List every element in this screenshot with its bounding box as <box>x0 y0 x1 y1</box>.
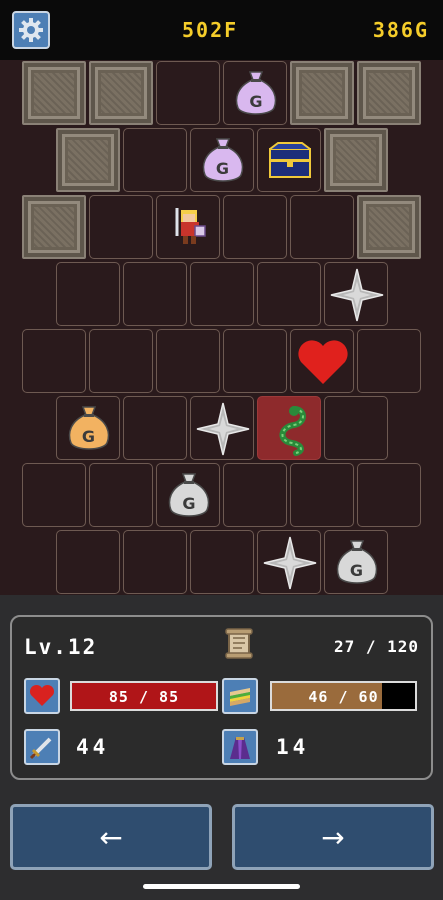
gold-counter: 386G <box>372 18 429 42</box>
attack-value: 44 <box>76 735 110 759</box>
dungeon-board: G G G G G <box>0 60 443 595</box>
gold-bag-letter: G <box>182 494 196 513</box>
hp-text: 85 / 85 <box>108 688 180 706</box>
hero-tile <box>156 195 220 259</box>
move-left-button[interactable]: ← <box>10 804 212 870</box>
gold-bag-letter: G <box>349 561 364 580</box>
sandwich-icon <box>222 678 258 714</box>
food-text: 46 / 60 <box>308 688 379 706</box>
wall-tile <box>22 195 86 259</box>
floor-tile <box>156 61 220 125</box>
floor-tile <box>89 329 153 393</box>
gold-bag-tile: G <box>156 463 220 527</box>
level-label: Lv.12 <box>24 635 98 659</box>
scroll-icon[interactable] <box>222 627 256 665</box>
floor-tile <box>55 262 120 326</box>
gold-bag-letter: G <box>249 92 263 111</box>
spike-trap-tile <box>189 396 254 460</box>
floor-tile <box>22 329 86 393</box>
floor-tile <box>189 530 254 594</box>
home-indicator <box>143 884 300 889</box>
floor-tile <box>323 396 388 460</box>
gold-bag-tile: G <box>55 396 120 460</box>
robe-icon <box>222 729 258 765</box>
hp-bar: 85 / 85 <box>70 681 218 711</box>
gold-bag-tile: G <box>223 61 287 125</box>
floor-tile <box>357 463 421 527</box>
gear-icon <box>19 18 43 42</box>
floor-tile <box>189 262 254 326</box>
wall-tile <box>290 61 354 125</box>
top-bar: 502F 386G <box>0 0 443 60</box>
floor-tile <box>122 262 187 326</box>
floor-tile <box>223 329 287 393</box>
floor-counter: 502F <box>182 18 239 42</box>
floor-tile <box>256 262 321 326</box>
food-bar: 46 / 60 <box>270 681 417 711</box>
floor-tile <box>22 463 86 527</box>
move-right-button[interactable]: → <box>232 804 434 870</box>
floor-tile <box>122 396 187 460</box>
floor-tile <box>122 128 187 192</box>
wall-tile <box>357 61 421 125</box>
floor-tile <box>357 329 421 393</box>
status-panel: Lv.12 27 / 120 85 / 85 46 / 60 44 14 <box>10 615 433 780</box>
wall-tile <box>22 61 86 125</box>
wall-tile <box>323 128 388 192</box>
arrow-left-icon: ← <box>99 821 123 854</box>
settings-button[interactable] <box>12 11 50 49</box>
gold-bag-tile: G <box>189 128 254 192</box>
spike-trap-tile <box>256 530 321 594</box>
wall-tile <box>357 195 421 259</box>
floor-tile <box>290 463 354 527</box>
spike-trap-tile <box>323 262 388 326</box>
snake-enemy-tile <box>256 396 321 460</box>
arrow-right-icon: → <box>321 821 345 854</box>
floor-tile <box>223 195 287 259</box>
floor-tile <box>223 463 287 527</box>
sword-icon <box>24 729 60 765</box>
heart-icon <box>24 678 60 714</box>
floor-tile <box>290 195 354 259</box>
heart-pickup-tile <box>290 329 354 393</box>
floor-tile <box>55 530 120 594</box>
floor-tile <box>122 530 187 594</box>
wall-tile <box>55 128 120 192</box>
xp-counter: 27 / 120 <box>333 637 419 656</box>
floor-tile <box>156 329 220 393</box>
wall-tile <box>89 61 153 125</box>
gold-bag-letter: G <box>215 159 230 178</box>
floor-tile <box>89 195 153 259</box>
defense-value: 14 <box>276 735 310 759</box>
treasure-chest-tile <box>256 128 321 192</box>
floor-tile <box>89 463 153 527</box>
gold-bag-tile: G <box>323 530 388 594</box>
gold-bag-letter: G <box>81 427 96 446</box>
